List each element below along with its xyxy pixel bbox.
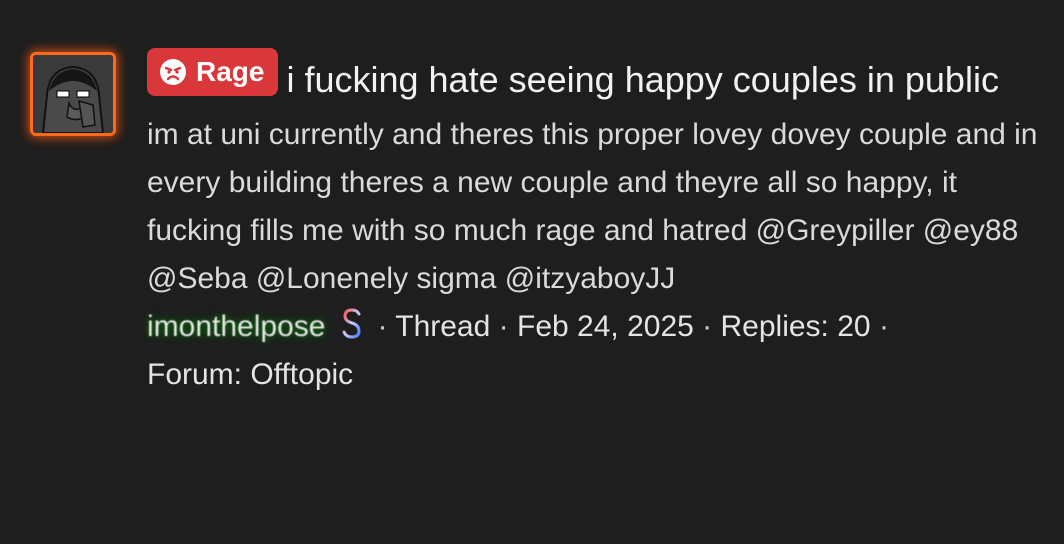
angry-face-icon: [160, 59, 186, 85]
thread-prefix-label: Rage: [196, 56, 265, 87]
author-name-link[interactable]: imonthelpose: [147, 310, 325, 343]
thread-content: Rage i fucking hate seeing happy couples…: [147, 48, 1047, 399]
meta-separator: ·: [702, 310, 713, 343]
wojak-avatar-icon: [33, 55, 113, 133]
meta-separator: ·: [377, 310, 388, 343]
thread-prefix-badge[interactable]: Rage: [147, 48, 279, 96]
thread-date[interactable]: Feb 24, 2025: [517, 310, 694, 343]
thread-meta: imonthelpose · Thread · Feb 24, 2025 · R…: [147, 303, 1047, 399]
thread-title-line[interactable]: Rage i fucking hate seeing happy couples…: [147, 48, 1047, 107]
thread-title[interactable]: i fucking hate seeing happy couples in p…: [286, 59, 998, 100]
dollar-sign-icon: [342, 305, 361, 343]
meta-separator: ·: [498, 310, 509, 343]
meta-separator: ·: [878, 310, 889, 343]
thread-type: Thread: [395, 310, 491, 343]
user-avatar[interactable]: [30, 52, 116, 136]
thread-forum-link[interactable]: Forum: Offtopic: [147, 358, 353, 391]
thread-replies-count: Replies: 20: [720, 310, 871, 343]
thread-list-item[interactable]: Rage i fucking hate seeing happy couples…: [0, 0, 1064, 544]
thread-snippet: im at uni currently and theres this prop…: [147, 118, 1038, 295]
